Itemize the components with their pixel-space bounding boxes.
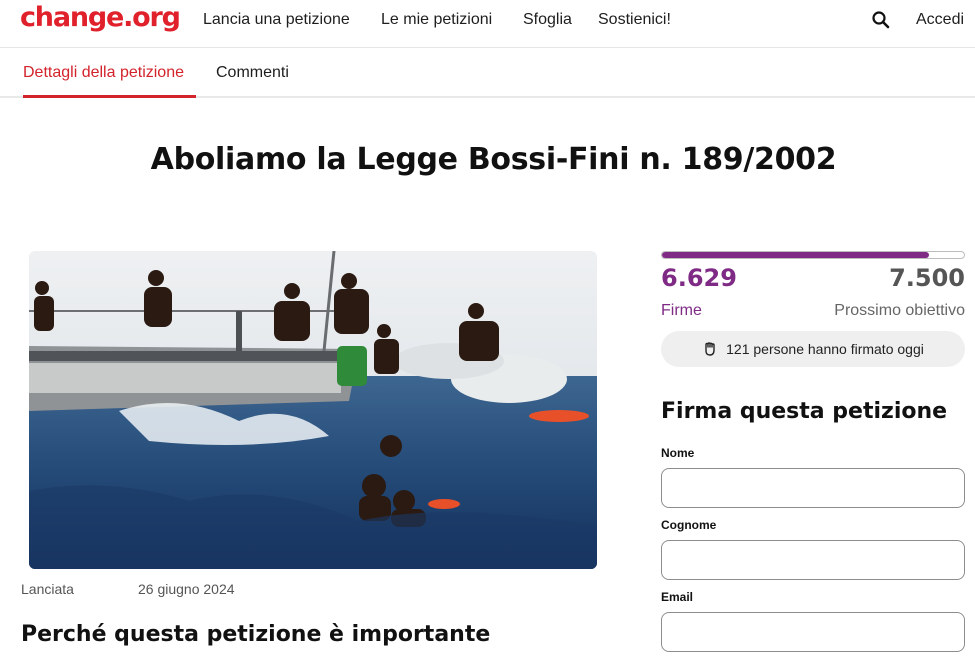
signature-progress-bar	[661, 251, 965, 259]
tab-comments[interactable]: Commenti	[216, 64, 289, 82]
change-org-logo[interactable]: change.org	[20, 2, 181, 33]
nav-start-petition[interactable]: Lancia una petizione	[203, 11, 350, 29]
top-navigation: change.org Lancia una petizione Le mie p…	[0, 0, 975, 48]
petition-title: Aboliamo la Legge Bossi-Fini n. 189/2002	[150, 142, 837, 177]
last-name-field[interactable]	[661, 540, 965, 580]
search-icon[interactable]	[871, 10, 891, 30]
last-name-label: Cognome	[661, 518, 717, 532]
launched-date: 26 giugno 2024	[138, 581, 235, 597]
sign-petition-heading: Firma questa petizione	[661, 399, 948, 424]
why-important-heading: Perché questa petizione è importante	[21, 622, 491, 647]
next-goal-value: 7.500	[889, 264, 965, 292]
email-field[interactable]	[661, 612, 965, 652]
first-name-field[interactable]	[661, 468, 965, 508]
petition-image	[29, 251, 597, 569]
signature-progress-fill	[662, 252, 929, 258]
signed-today-text: 121 persone hanno firmato oggi	[726, 341, 924, 357]
raised-fist-icon	[705, 342, 715, 356]
petition-tabs: Dettagli della petizione Commenti	[0, 48, 975, 98]
first-name-label: Nome	[661, 446, 695, 460]
nav-support[interactable]: Sostienici!	[598, 11, 671, 29]
nav-browse[interactable]: Sfoglia	[523, 11, 572, 29]
email-label: Email	[661, 590, 694, 604]
signatures-label: Firme	[661, 302, 702, 319]
signed-today-badge: 121 persone hanno firmato oggi	[661, 331, 965, 367]
signature-count: 6.629	[661, 264, 737, 292]
tab-petition-details[interactable]: Dettagli della petizione	[23, 64, 184, 82]
nav-my-petitions[interactable]: Le mie petizioni	[381, 11, 492, 29]
login-link[interactable]: Accedi	[916, 11, 964, 29]
next-goal-label: Prossimo obiettivo	[834, 302, 965, 319]
active-tab-indicator	[23, 95, 196, 98]
launched-label: Lanciata	[21, 581, 74, 597]
